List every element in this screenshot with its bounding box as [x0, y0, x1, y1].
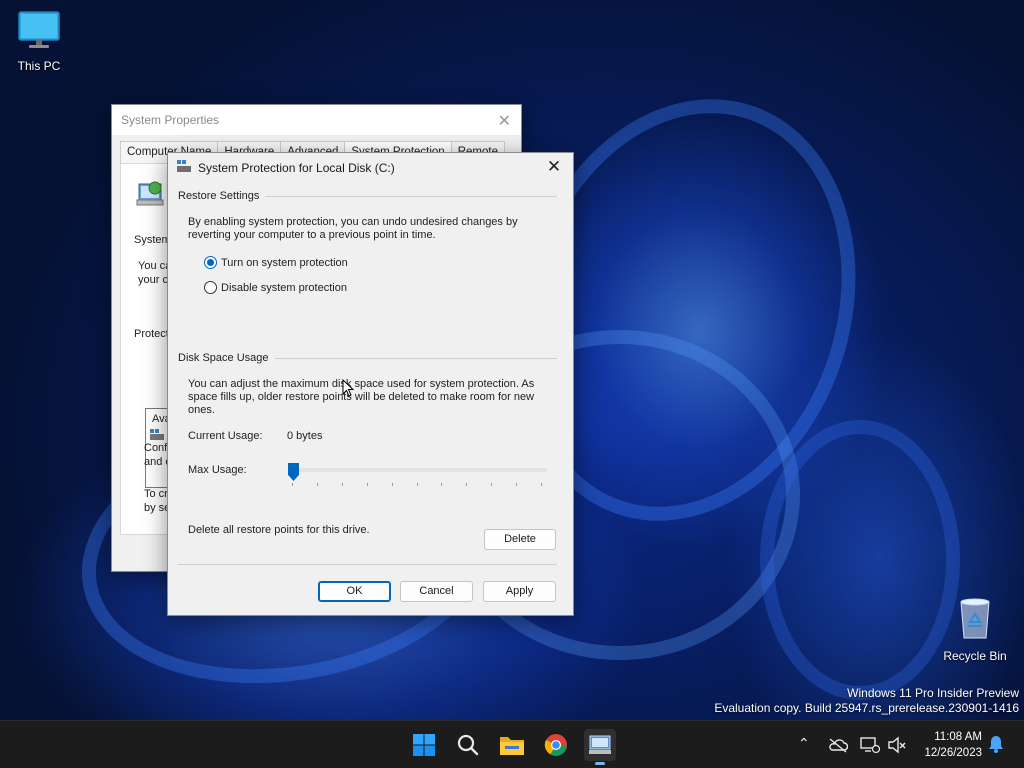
- configure-fragment: Confi: [144, 442, 170, 454]
- system-protection-icon: [136, 181, 164, 206]
- slider-tick: [341, 483, 343, 486]
- turn-on-protection-radio[interactable]: Turn on system protection: [204, 256, 348, 269]
- system-protection-dialog: System Protection for Local Disk (C:) ✕ …: [167, 152, 574, 616]
- slider-tick: [391, 483, 393, 486]
- dialog-title: System Protection for Local Disk (C:): [198, 160, 395, 175]
- taskbar: ⌃ 11:08 AM 12/26/2023: [0, 720, 1024, 768]
- system-properties-taskbar-button[interactable]: [584, 729, 616, 765]
- radio-label: Disable system protection: [221, 281, 347, 294]
- system-properties-titlebar[interactable]: System Properties: [112, 105, 521, 135]
- close-icon[interactable]: ✕: [498, 111, 511, 131]
- max-usage-label: Max Usage:: [188, 464, 247, 476]
- slider-tick: [516, 483, 518, 486]
- onedrive-icon[interactable]: [828, 737, 848, 753]
- slider-tick: [541, 483, 542, 486]
- description-line: You can adjust the maximum disk space us…: [188, 378, 535, 390]
- max-usage-slider-track[interactable]: [292, 468, 547, 472]
- folder-icon: [500, 737, 524, 755]
- restore-settings-heading: Restore Settings: [178, 190, 266, 202]
- system-properties-icon: [589, 735, 611, 754]
- windows-start-icon: [413, 734, 435, 756]
- search-button[interactable]: [452, 729, 484, 761]
- notification-bell-icon[interactable]: [988, 735, 1004, 753]
- chrome-button[interactable]: [540, 729, 572, 761]
- current-usage-label: Current Usage:: [188, 430, 263, 442]
- monitor-icon: [18, 11, 60, 48]
- file-explorer-button[interactable]: [496, 729, 528, 761]
- slider-tick: [466, 483, 468, 486]
- clock-time: 11:08 AM: [934, 731, 982, 743]
- this-pc-desktop-icon[interactable]: This PC: [1, 10, 77, 73]
- close-icon[interactable]: ✕: [543, 157, 565, 177]
- clock-date: 12/26/2023: [924, 747, 982, 759]
- description-line: By enabling system protection, you can u…: [188, 216, 518, 228]
- chrome-icon: [544, 734, 567, 756]
- current-usage-value: 0 bytes: [287, 430, 323, 442]
- delete-button[interactable]: Delete: [484, 529, 556, 550]
- disable-protection-radio[interactable]: Disable system protection: [204, 281, 347, 294]
- recycle-bin-label: Recycle Bin: [943, 649, 1007, 663]
- disk-space-heading: Disk Space Usage: [178, 352, 275, 364]
- os-watermark: Windows 11 Pro Insider Preview Evaluatio…: [714, 686, 1019, 716]
- mouse-cursor-icon: [342, 379, 354, 397]
- drive-icon: [150, 429, 164, 440]
- ok-button[interactable]: OK: [318, 581, 391, 602]
- taskbar-clock[interactable]: 11:08 AM 12/26/2023: [924, 729, 982, 761]
- dialog-titlebar[interactable]: System Protection for Local Disk (C:): [168, 153, 573, 182]
- this-pc-label: This PC: [17, 59, 61, 73]
- disk-space-description: You can adjust the maximum disk space us…: [188, 378, 534, 417]
- description-line: reverting your computer to a previous po…: [188, 229, 436, 241]
- description-line: space fills up, older restore points wil…: [188, 391, 535, 403]
- watermark-build: Evaluation copy. Build 25947.rs_prerelea…: [714, 701, 1019, 715]
- slider-tick: [441, 483, 443, 486]
- system-properties-title: System Properties: [121, 113, 220, 127]
- show-hidden-icons-chevron-icon[interactable]: ⌃: [798, 735, 810, 752]
- wallpaper-swirl: [760, 420, 960, 700]
- slider-tick: [491, 483, 493, 486]
- slider-tick: [366, 483, 368, 486]
- system-label-fragment: System: [134, 234, 171, 246]
- description-line: ones.: [188, 404, 215, 416]
- recycle-bin-desktop-icon[interactable]: Recycle Bin: [937, 596, 1013, 663]
- max-usage-slider-thumb[interactable]: [288, 463, 299, 481]
- network-icon[interactable]: [860, 736, 880, 754]
- watermark-edition: Windows 11 Pro Insider Preview: [847, 686, 1019, 700]
- drive-icon: [177, 160, 191, 172]
- protection-settings-fragment: Protecti: [134, 328, 172, 340]
- start-button[interactable]: [408, 729, 440, 761]
- search-icon: [457, 734, 479, 756]
- slider-tick: [316, 483, 318, 486]
- apply-button[interactable]: Apply: [483, 581, 556, 602]
- volume-muted-icon[interactable]: [887, 736, 907, 754]
- radio-label: Turn on system protection: [221, 256, 348, 269]
- create-fragment: To cr: [144, 488, 168, 500]
- restore-settings-description: By enabling system protection, you can u…: [188, 216, 518, 242]
- radio-unselected-icon: [204, 281, 217, 294]
- button-separator: [178, 564, 557, 565]
- recycle-bin-icon: [960, 598, 990, 639]
- delete-restore-points-text: Delete all restore points for this drive…: [188, 524, 370, 536]
- slider-tick: [416, 483, 418, 486]
- cancel-button[interactable]: Cancel: [400, 581, 473, 602]
- slider-tick: [292, 483, 293, 486]
- radio-selected-icon: [204, 256, 217, 269]
